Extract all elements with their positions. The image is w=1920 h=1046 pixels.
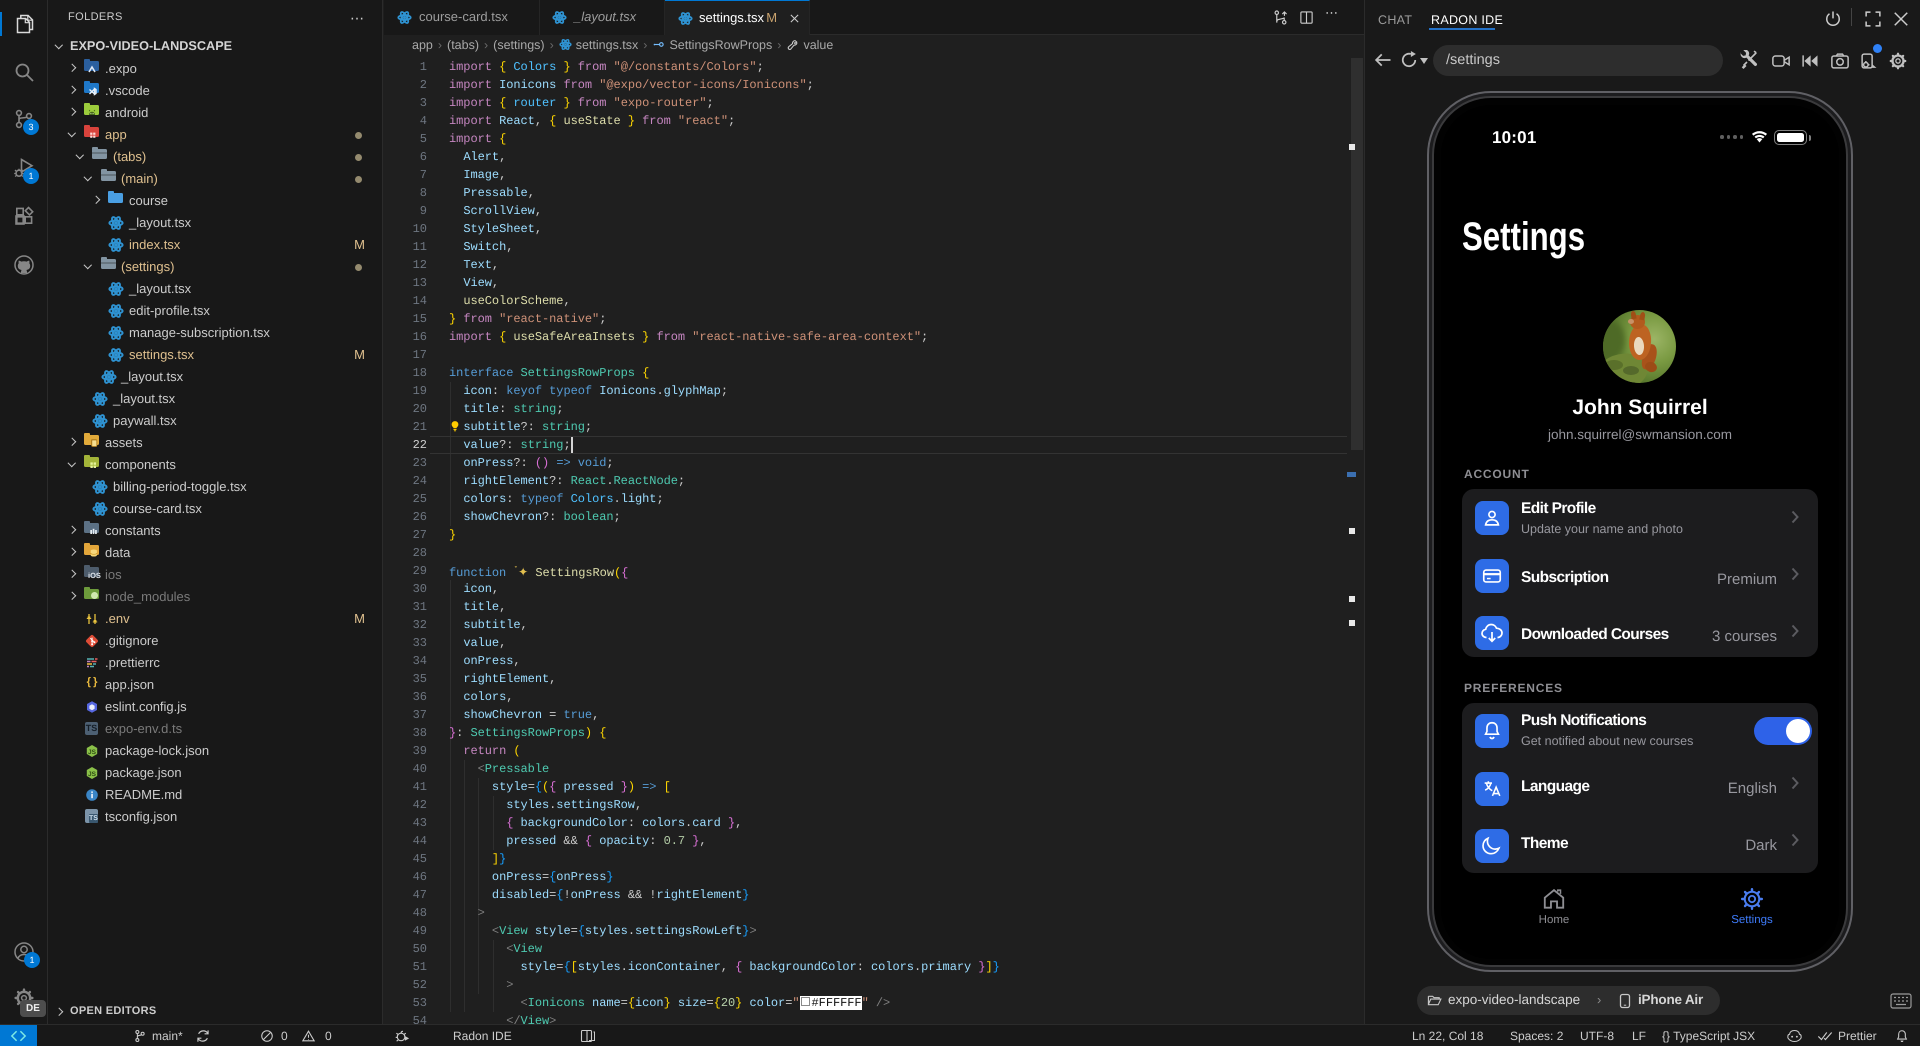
svg-text:JS: JS <box>88 771 97 778</box>
svg-text:JS: JS <box>88 749 97 756</box>
